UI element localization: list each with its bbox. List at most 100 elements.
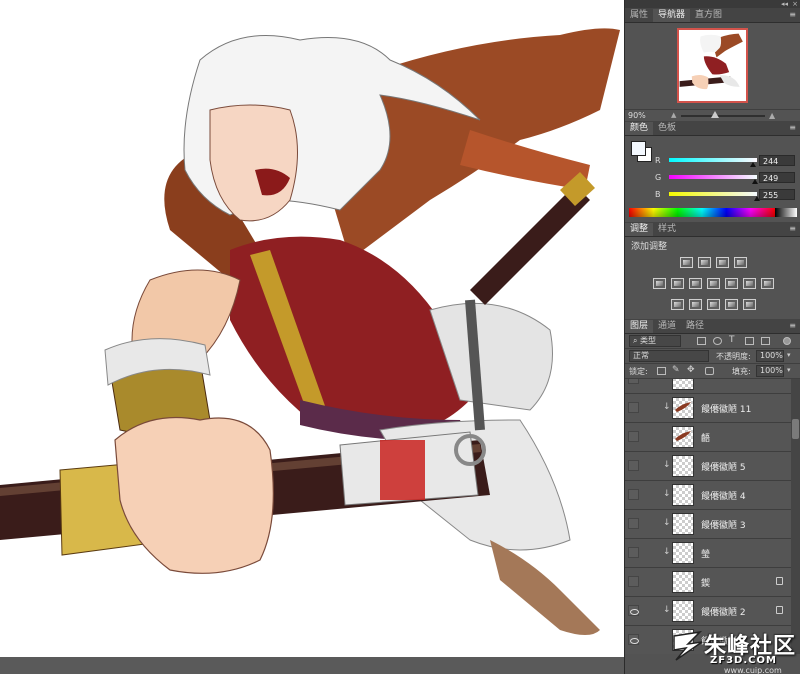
zoom-in-icon[interactable]: ▲ bbox=[769, 111, 775, 120]
color-spectrum-ramp[interactable] bbox=[629, 208, 775, 217]
gradient-map-icon[interactable] bbox=[724, 299, 738, 310]
close-panels-button[interactable]: × bbox=[792, 0, 798, 8]
blend-mode-select[interactable]: 正常 bbox=[629, 350, 709, 362]
tab-swatches[interactable]: 色板 bbox=[653, 122, 681, 135]
tab-paths[interactable]: 路径 bbox=[681, 320, 709, 333]
layer-row[interactable] bbox=[625, 379, 791, 394]
zoom-out-icon[interactable]: ▲ bbox=[671, 112, 676, 119]
layer-thumbnail[interactable] bbox=[672, 571, 694, 593]
zoom-slider[interactable] bbox=[681, 115, 765, 117]
exposure-icon[interactable] bbox=[733, 257, 747, 268]
layer-name[interactable]: 饅僊徽陋 3 bbox=[701, 518, 746, 531]
layer-row[interactable]: ↓ 瑩 bbox=[625, 539, 791, 568]
tab-navigator[interactable]: 导航器 bbox=[653, 9, 691, 22]
smart-object-filter-icon[interactable] bbox=[761, 337, 770, 345]
levels-icon[interactable] bbox=[697, 257, 711, 268]
photo-filter-icon[interactable] bbox=[724, 278, 738, 289]
red-slider[interactable] bbox=[669, 158, 757, 162]
type-filter-icon[interactable]: T bbox=[729, 335, 738, 345]
panel-menu-icon[interactable]: ≡ bbox=[789, 10, 796, 20]
red-slider-handle[interactable] bbox=[750, 162, 757, 167]
layer-row[interactable]: ↓ 饅僊徽陋 5 bbox=[625, 452, 791, 481]
layer-row[interactable]: 鍥 bbox=[625, 568, 791, 597]
selective-color-icon[interactable] bbox=[742, 299, 756, 310]
green-value-input[interactable]: 249 bbox=[759, 172, 795, 183]
layer-name[interactable]: 齬 bbox=[701, 431, 710, 444]
tab-color[interactable]: 颜色 bbox=[625, 122, 654, 135]
tab-adjustments[interactable]: 调整 bbox=[625, 223, 654, 236]
lock-transparent-pixels-icon[interactable] bbox=[657, 367, 666, 375]
layer-row[interactable]: 齬 bbox=[625, 423, 791, 452]
channel-mixer-icon[interactable] bbox=[742, 278, 756, 289]
visibility-eye-icon[interactable] bbox=[628, 431, 639, 442]
opacity-dropdown-icon[interactable]: ▾ bbox=[787, 351, 791, 359]
tab-histogram[interactable]: 直方图 bbox=[690, 9, 727, 22]
threshold-icon[interactable] bbox=[706, 299, 720, 310]
visibility-eye-icon[interactable] bbox=[628, 402, 639, 413]
visibility-eye-icon[interactable] bbox=[628, 634, 639, 645]
layer-row[interactable]: ↓ 饅僊徽陋 4 bbox=[625, 481, 791, 510]
visibility-eye-icon[interactable] bbox=[628, 576, 639, 587]
green-slider-handle[interactable] bbox=[751, 179, 758, 184]
opacity-input[interactable]: 100% bbox=[756, 350, 784, 362]
layers-scrollbar-thumb[interactable] bbox=[792, 419, 799, 439]
navigator-preview[interactable] bbox=[677, 28, 748, 103]
vibrance-icon[interactable] bbox=[652, 278, 666, 289]
adjustment-filter-icon[interactable] bbox=[713, 337, 722, 345]
document-canvas[interactable] bbox=[0, 0, 624, 674]
zoom-value[interactable]: 90% bbox=[628, 110, 646, 121]
visibility-eye-icon[interactable] bbox=[628, 605, 639, 616]
blue-slider[interactable] bbox=[669, 192, 757, 196]
black-white-ramp[interactable] bbox=[775, 208, 797, 217]
layer-row[interactable]: ↓ 饅僊徽陋 3 bbox=[625, 510, 791, 539]
color-lookup-icon[interactable] bbox=[760, 278, 774, 289]
lock-image-pixels-icon[interactable]: ✎ bbox=[672, 365, 680, 375]
foreground-color-swatch[interactable] bbox=[631, 141, 646, 156]
layer-row[interactable]: ↓ 饅僊徽陋 2 bbox=[625, 597, 791, 626]
tab-layers[interactable]: 图层 bbox=[625, 320, 654, 333]
lock-position-icon[interactable]: ✥ bbox=[687, 365, 695, 375]
layer-filter-select[interactable]: ⌕ 类型 bbox=[629, 335, 681, 347]
panel-menu-icon[interactable]: ≡ bbox=[789, 321, 796, 331]
layers-list[interactable]: ↓ 饅僊徽陋 11 齬 ↓ 饅僊徽陋 5 ↓ 饅僊徽陋 4 ↓ 饅僊徽陋 3 ↓ 瑩鍥 ↓ 饅僊徽陋 2… bbox=[625, 379, 791, 654]
brightness-icon[interactable] bbox=[679, 257, 693, 268]
layer-thumbnail[interactable] bbox=[672, 426, 694, 448]
collapse-panels-button[interactable]: ◂◂ bbox=[781, 0, 788, 8]
color-balance-icon[interactable] bbox=[688, 278, 702, 289]
visibility-eye-icon[interactable] bbox=[628, 460, 639, 471]
tab-properties[interactable]: 属性 bbox=[625, 9, 653, 22]
layer-name[interactable]: 饅僊徽陋 2 bbox=[701, 605, 746, 618]
layer-thumbnail[interactable] bbox=[672, 542, 694, 564]
fill-input[interactable]: 100% bbox=[756, 365, 784, 377]
layer-thumbnail[interactable] bbox=[672, 397, 694, 419]
fill-dropdown-icon[interactable]: ▾ bbox=[787, 366, 791, 374]
layers-scrollbar[interactable] bbox=[791, 379, 800, 654]
tab-styles[interactable]: 样式 bbox=[653, 223, 681, 236]
visibility-eye-icon[interactable] bbox=[628, 547, 639, 558]
layer-thumbnail[interactable] bbox=[672, 455, 694, 477]
layer-name[interactable]: 饅僊徽陋 5 bbox=[701, 460, 746, 473]
layer-thumbnail[interactable] bbox=[672, 379, 694, 390]
pixel-filter-icon[interactable] bbox=[697, 337, 706, 345]
layer-row[interactable]: ↓ 饅僊徽陋 11 bbox=[625, 394, 791, 423]
visibility-eye-icon[interactable] bbox=[628, 518, 639, 529]
blue-value-input[interactable]: 255 bbox=[759, 189, 795, 200]
visibility-eye-icon[interactable] bbox=[628, 489, 639, 500]
hue-saturation-icon[interactable] bbox=[670, 278, 684, 289]
shape-filter-icon[interactable] bbox=[745, 337, 754, 345]
layer-name[interactable]: 饅僊徽陋 11 bbox=[701, 402, 751, 415]
visibility-eye-icon[interactable] bbox=[628, 379, 639, 384]
black-white-icon[interactable] bbox=[706, 278, 720, 289]
curves-icon[interactable] bbox=[715, 257, 729, 268]
posterize-icon[interactable] bbox=[688, 299, 702, 310]
panel-menu-icon[interactable]: ≡ bbox=[789, 224, 796, 234]
layer-name[interactable]: 鍥 bbox=[701, 576, 710, 589]
green-slider[interactable] bbox=[669, 175, 757, 179]
lock-all-icon[interactable] bbox=[705, 367, 714, 375]
filter-toggle-icon[interactable] bbox=[783, 337, 791, 345]
layer-thumbnail[interactable] bbox=[672, 484, 694, 506]
panel-menu-icon[interactable]: ≡ bbox=[789, 123, 796, 133]
zoom-slider-handle[interactable] bbox=[710, 111, 719, 118]
tab-channels[interactable]: 通道 bbox=[653, 320, 681, 333]
layer-name[interactable]: 饅僊徽陋 4 bbox=[701, 489, 746, 502]
